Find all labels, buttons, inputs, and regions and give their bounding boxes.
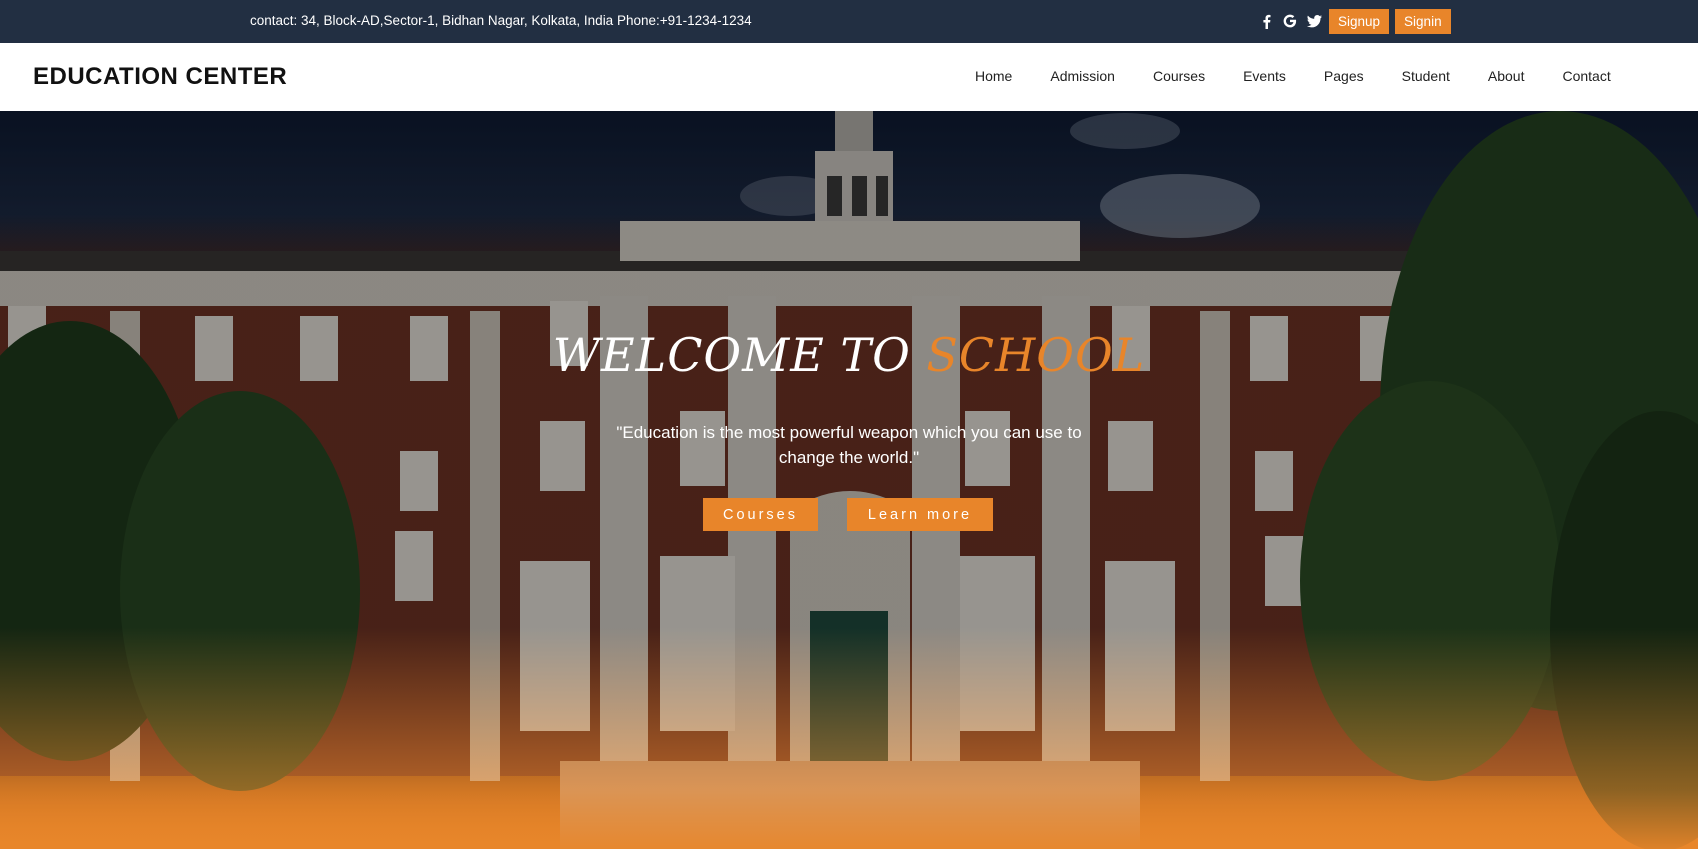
site-logo[interactable]: EDUCATION CENTER	[33, 63, 287, 91]
contact-info: contact: 34, Block-AD,Sector-1, Bidhan N…	[250, 13, 752, 28]
nav-home[interactable]: Home	[975, 68, 1012, 84]
nav-events[interactable]: Events	[1243, 68, 1286, 84]
signin-button[interactable]: Signin	[1395, 9, 1451, 34]
nav-contact[interactable]: Contact	[1562, 68, 1610, 84]
social-links	[1258, 12, 1322, 30]
auth-buttons: Signup Signin	[1329, 9, 1451, 34]
nav-courses[interactable]: Courses	[1153, 68, 1205, 84]
hero-title-main: WELCOME TO	[552, 328, 911, 382]
nav-pages[interactable]: Pages	[1324, 68, 1364, 84]
hero-title: WELCOME TO SCHOOL	[0, 328, 1698, 382]
hero-buttons: Courses Learn more	[703, 498, 993, 531]
hero-overlay	[0, 111, 1698, 849]
learn-more-button[interactable]: Learn more	[847, 498, 993, 531]
nav-admission[interactable]: Admission	[1050, 68, 1115, 84]
google-icon[interactable]	[1282, 12, 1298, 30]
hero-title-accent: SCHOOL	[926, 328, 1146, 382]
facebook-icon[interactable]	[1258, 12, 1274, 30]
nav-student[interactable]: Student	[1402, 68, 1450, 84]
hero-banner: WELCOME TO SCHOOL "Education is the most…	[0, 111, 1698, 849]
signup-button[interactable]: Signup	[1329, 9, 1390, 34]
courses-button[interactable]: Courses	[703, 498, 818, 531]
hero-quote: "Education is the most powerful weapon w…	[616, 423, 1082, 467]
twitter-icon[interactable]	[1306, 12, 1322, 30]
nav-about[interactable]: About	[1488, 68, 1525, 84]
main-nav: Home Admission Courses Events Pages Stud…	[975, 68, 1611, 84]
top-bar: contact: 34, Block-AD,Sector-1, Bidhan N…	[0, 0, 1698, 43]
site-header: EDUCATION CENTER Home Admission Courses …	[0, 43, 1698, 111]
